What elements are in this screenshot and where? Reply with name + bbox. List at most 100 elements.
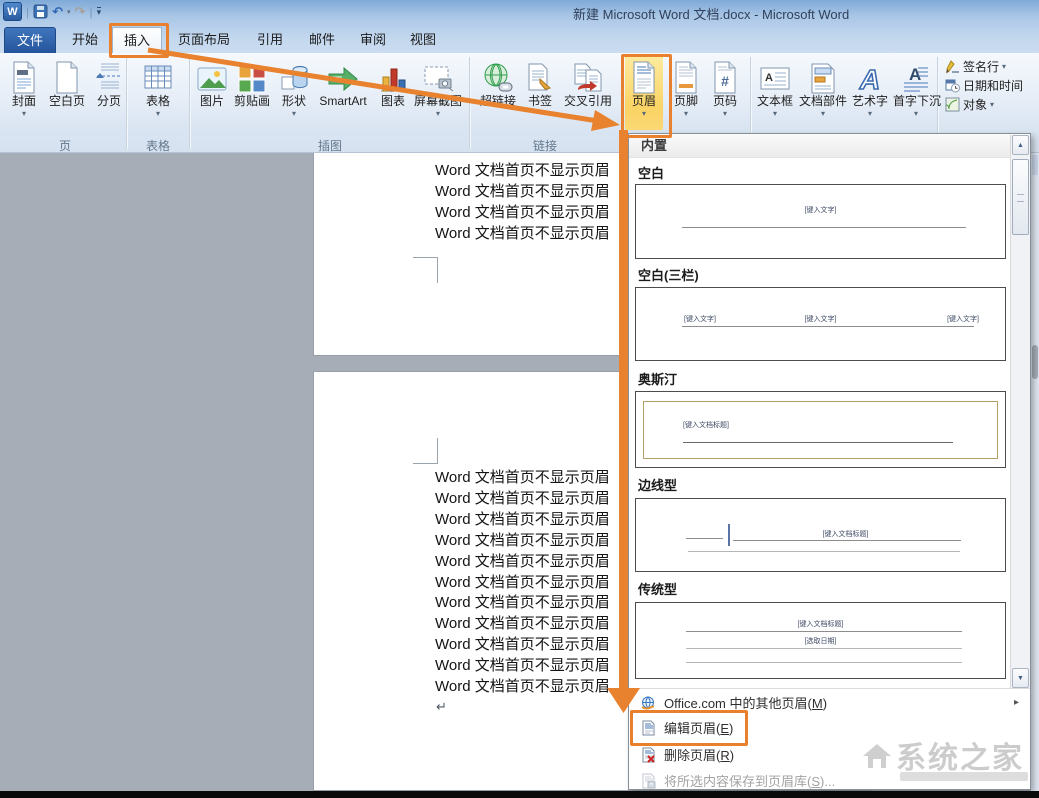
scroll-down-button[interactable]: ▼	[1012, 668, 1029, 688]
dropdown-arrow-icon: ▾	[412, 109, 464, 118]
watermark-house-icon	[858, 738, 896, 772]
undo-dropdown-icon[interactable]: ▾	[67, 8, 71, 16]
gallery-item-blank-three-columns[interactable]: [键入文字] [键入文字] [键入文字]	[635, 287, 1006, 361]
save-icon[interactable]	[33, 4, 48, 19]
ribbon-button-cover-page[interactable]: 封面 ▾	[6, 56, 42, 130]
ribbon-button-signature-line[interactable]: 签名行 ▾	[945, 57, 1006, 75]
tab-review[interactable]: 审阅	[350, 27, 396, 53]
header-icon	[625, 56, 663, 94]
header-rule-line	[686, 631, 962, 632]
page-break-icon	[92, 56, 126, 94]
placeholder-text: [键入文档标题]	[683, 420, 729, 430]
group-label-pages: 页	[30, 137, 100, 154]
gallery-item-blank[interactable]: [键入文字]	[635, 184, 1006, 259]
group-separator	[189, 57, 190, 149]
document-text-line: Word 文档首页不显示页眉	[435, 614, 610, 635]
hyperlink-icon	[476, 56, 520, 94]
text-boundary-mark	[413, 438, 438, 464]
group-separator	[469, 57, 470, 149]
dropdown-arrow-icon: ▾	[667, 109, 705, 118]
dropdown-arrow-icon: ▾	[276, 109, 312, 118]
ribbon-button-header[interactable]: 页眉 ▾	[625, 56, 663, 130]
ribbon-button-table[interactable]: 表格 ▾	[138, 56, 178, 130]
document-text-line: Word 文档首页不显示页眉	[435, 635, 610, 656]
blank-page-icon	[44, 56, 90, 94]
ribbon-button-shapes[interactable]: 形状 ▾	[276, 56, 312, 130]
tab-mailings[interactable]: 邮件	[298, 27, 346, 53]
remove-header-icon	[640, 747, 656, 763]
tab-file[interactable]: 文件	[4, 27, 56, 53]
scrollbar-button[interactable]	[1032, 155, 1038, 175]
page1-text-block: Word 文档首页不显示页眉Word 文档首页不显示页眉Word 文档首页不显示…	[435, 161, 610, 245]
ribbon-button-drop-cap[interactable]: A 首字下沉 ▾	[893, 56, 939, 130]
ribbon-button-chart[interactable]: 图表	[374, 56, 412, 130]
window-title: 新建 Microsoft Word 文档.docx - Microsoft Wo…	[573, 4, 849, 23]
window-scrollbar[interactable]	[1031, 153, 1039, 791]
group-separator	[126, 57, 127, 149]
ribbon-button-blank-page[interactable]: 空白页	[44, 56, 90, 130]
header-dropdown-menu: 内置 空白 [键入文字] 空白(三栏) [键入文字] [键入文字] [键入文字]…	[628, 133, 1031, 790]
group-label-illustrations: 插图	[290, 137, 370, 154]
ribbon-button-clip-art[interactable]: 剪贴画	[231, 56, 273, 130]
document-text-line: Word 文档首页不显示页眉	[435, 656, 610, 677]
ribbon-button-page-break[interactable]: 分页	[92, 56, 126, 130]
tab-home[interactable]: 开始	[60, 27, 110, 53]
group-separator	[622, 57, 623, 149]
word-logo-icon[interactable]: W	[3, 2, 22, 21]
scroll-up-button[interactable]: ▲	[1012, 135, 1029, 155]
sideline-bar	[728, 524, 730, 546]
gallery-item-traditional[interactable]: [键入文档标题] [选取日期]	[635, 602, 1006, 679]
header-rule-line	[733, 540, 961, 541]
gallery-item-sideline[interactable]: [键入文档标题]	[635, 498, 1006, 572]
office-com-globe-icon	[640, 695, 656, 711]
qat-customize-icon[interactable]: ▾	[97, 7, 102, 17]
ribbon-button-footer[interactable]: 页脚 ▾	[667, 56, 705, 130]
object-icon	[945, 97, 960, 112]
screenshot-icon	[412, 56, 464, 94]
document-text-line: Word 文档首页不显示页眉	[435, 531, 610, 552]
watermark-url	[900, 772, 1028, 781]
ribbon-button-smartart[interactable]: SmartArt	[314, 56, 372, 130]
document-text-line: Word 文档首页不显示页眉	[435, 182, 610, 203]
placeholder-text: [选取日期]	[636, 636, 1005, 646]
watermark-text: 系统之家	[896, 733, 1024, 777]
gallery-scrollbar[interactable]: ▲ ▼	[1010, 135, 1030, 688]
group-label-links: 链接	[510, 137, 580, 154]
menu-item-more-headers-office-com[interactable]: Office.com 中的其他页眉(M) ▸	[630, 690, 1029, 715]
qat-separator: |	[89, 5, 92, 19]
ribbon-button-wordart[interactable]: A 艺术字 ▾	[849, 56, 891, 130]
word-application-window: W | ↶ ▾ ↷ | ▾ 新建 Microsoft Word 文档.docx …	[0, 0, 1039, 798]
ribbon-button-date-time[interactable]: 日期和时间	[945, 76, 1023, 94]
ribbon-button-text-box[interactable]: A 文本框 ▾	[753, 56, 797, 130]
ribbon-button-hyperlink[interactable]: 超链接	[476, 56, 520, 130]
wordart-icon: A	[849, 56, 891, 94]
document-text-line: Word 文档首页不显示页眉	[435, 489, 610, 510]
screenshot-bottom-edge	[0, 791, 1039, 798]
tab-page-layout[interactable]: 页面布局	[166, 27, 242, 53]
tab-insert[interactable]: 插入	[112, 27, 162, 53]
cover-page-icon	[6, 56, 42, 94]
gallery-item-label-traditional: 传统型	[638, 579, 677, 598]
ribbon-button-quick-parts[interactable]: 文档部件 ▾	[799, 56, 847, 130]
dropdown-arrow-icon: ▾	[1002, 62, 1006, 71]
bookmark-icon	[523, 56, 557, 94]
quick-access-toolbar: W | ↶ ▾ ↷ | ▾	[3, 2, 101, 21]
smartart-icon	[314, 56, 372, 94]
scrollbar-thumb[interactable]	[1012, 159, 1029, 235]
chart-icon	[374, 56, 412, 94]
ribbon-button-bookmark[interactable]: 书签	[523, 56, 557, 130]
undo-icon[interactable]: ↶	[52, 4, 63, 20]
gallery-item-austin[interactable]: [键入文档标题]	[635, 391, 1006, 468]
scrollbar-thumb[interactable]	[1032, 345, 1038, 379]
gallery-item-label-austin: 奥斯汀	[638, 369, 677, 388]
ribbon-button-cross-reference[interactable]: 交叉引用	[558, 56, 618, 130]
tab-view[interactable]: 视图	[400, 27, 446, 53]
dropdown-arrow-icon: ▾	[799, 109, 847, 118]
ribbon-button-object[interactable]: 对象 ▾	[945, 95, 994, 113]
ribbon-button-picture[interactable]: 图片	[194, 56, 230, 130]
document-text-line: Word 文档首页不显示页眉	[435, 677, 610, 698]
ribbon-button-screenshot[interactable]: 屏幕截图 ▾	[412, 56, 464, 130]
ribbon-button-page-number[interactable]: # 页码 ▾	[707, 56, 743, 130]
tab-references[interactable]: 引用	[246, 27, 294, 53]
dropdown-arrow-icon: ▾	[849, 109, 891, 118]
